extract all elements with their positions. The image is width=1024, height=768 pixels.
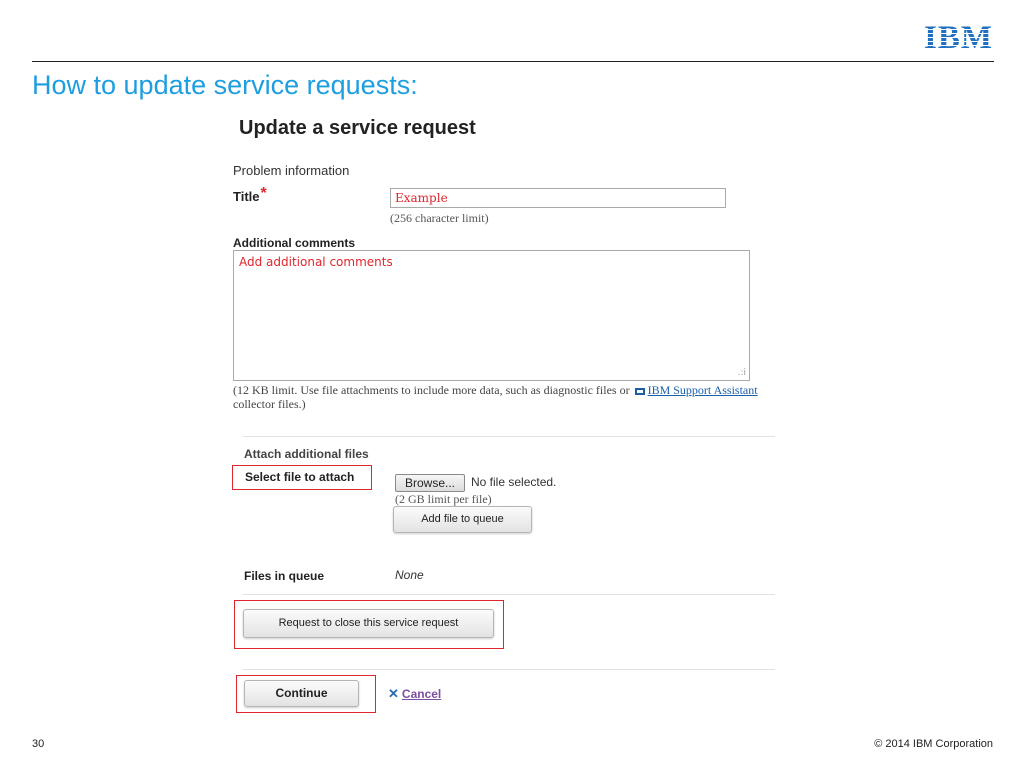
add-file-to-queue-button[interactable]: Add file to queue [393, 506, 532, 533]
section-label-problem-info: Problem information [233, 163, 350, 178]
divider [243, 436, 775, 437]
divider [243, 594, 775, 595]
title-label-text: Title [233, 189, 260, 204]
header-rule [32, 61, 994, 62]
comments-label: Additional comments [233, 236, 356, 250]
title-input[interactable]: Example [390, 188, 726, 208]
comments-textarea[interactable]: Add additional comments .:i [233, 250, 750, 381]
cancel-link[interactable]: ✕ Cancel [388, 686, 441, 702]
files-in-queue-label: Files in queue [244, 569, 325, 583]
continue-button[interactable]: Continue [244, 680, 359, 707]
comments-limit-note: (12 KB limit. Use file attachments to in… [233, 383, 793, 411]
no-file-selected-text: No file selected. [471, 475, 557, 489]
slide-title: How to update service requests: [32, 70, 418, 100]
cancel-x-icon: ✕ [388, 686, 399, 701]
external-link-icon [634, 387, 645, 395]
select-file-label: Select file to attach [245, 470, 355, 484]
page-number: 30 [32, 738, 45, 750]
limit-note-text: (12 KB limit. Use file attachments to in… [233, 383, 633, 397]
comments-text: Add additional comments [239, 255, 393, 269]
limit-note-tail: collector files.) [233, 397, 306, 411]
resize-grip-icon[interactable]: .:i [738, 369, 746, 378]
title-char-limit-hint: (256 character limit) [390, 211, 489, 225]
attach-heading: Attach additional files [244, 447, 369, 461]
copyright: © 2014 IBM Corporation [874, 738, 993, 750]
ibm-logo: IBM [924, 22, 996, 55]
required-star-icon: * [260, 185, 267, 202]
files-in-queue-value: None [395, 568, 424, 582]
title-field-label: Title* [233, 185, 267, 206]
file-size-limit-hint: (2 GB limit per file) [395, 492, 492, 506]
divider [243, 669, 775, 670]
form-heading: Update a service request [239, 117, 476, 139]
browse-button[interactable]: Browse... [395, 474, 465, 492]
request-close-button[interactable]: Request to close this service request [243, 609, 494, 638]
cancel-label: Cancel [401, 687, 442, 701]
ibm-support-assistant-link[interactable]: IBM Support Assistant [648, 383, 758, 397]
